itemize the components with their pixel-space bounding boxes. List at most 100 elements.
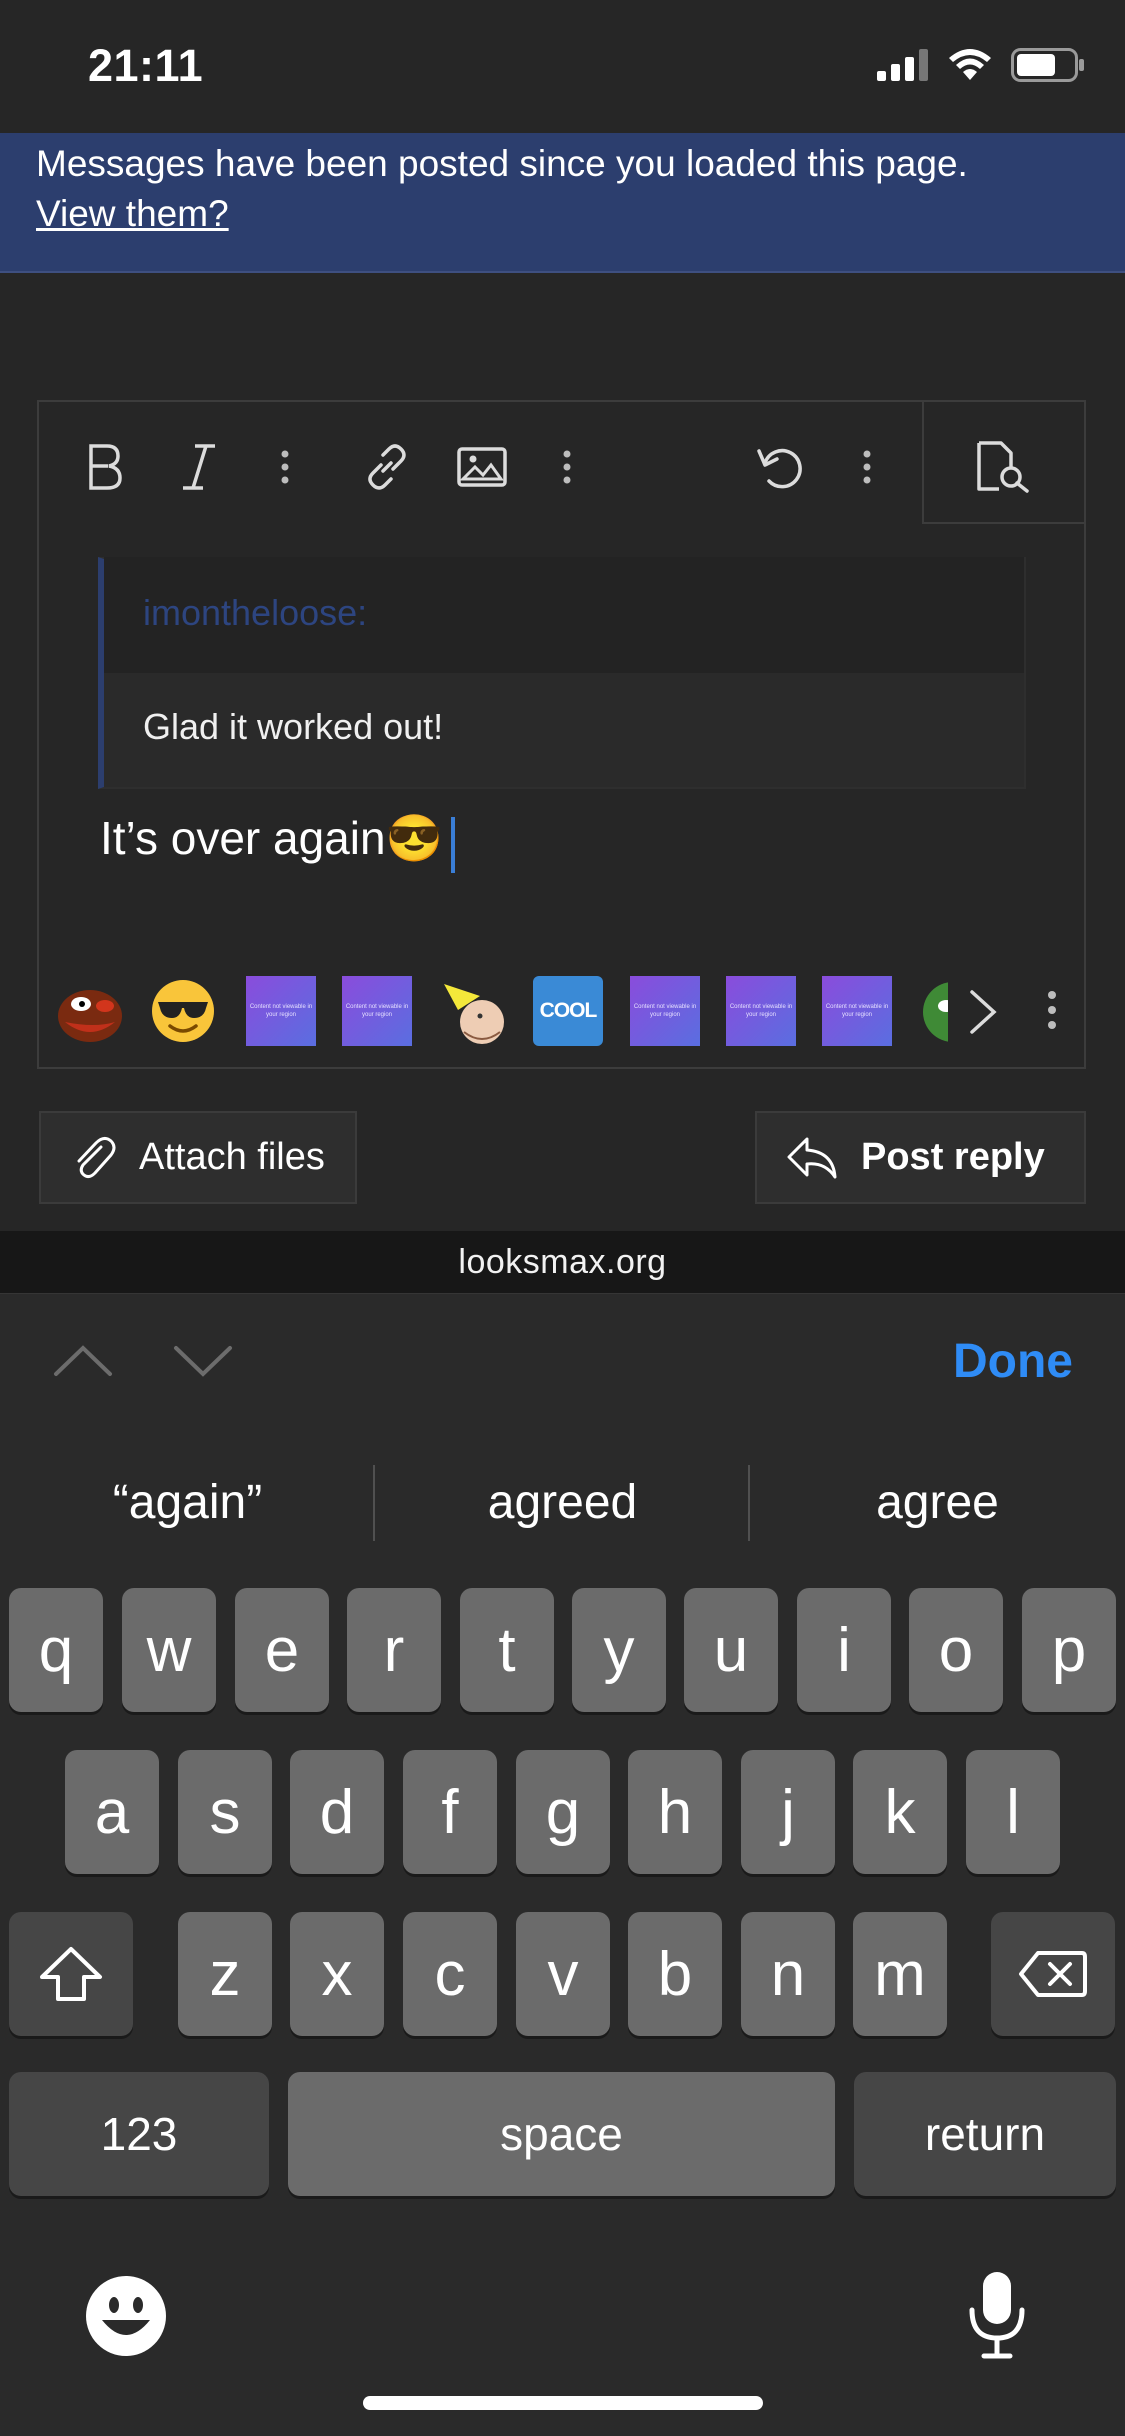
reply-arrow-icon [787,1137,837,1178]
key-n[interactable]: n [741,1912,835,2036]
key-g[interactable]: g [516,1750,610,1874]
key-y[interactable]: y [572,1588,666,1712]
battery-icon [1011,48,1084,82]
more-vertical-icon [1048,991,1056,1029]
pepe-green-icon [923,982,948,1042]
smilie-pepe-green[interactable] [918,976,948,1046]
attach-files-label: Attach files [139,1136,325,1178]
key-o[interactable]: o [909,1588,1003,1712]
wifi-icon [949,49,991,80]
undo-icon [757,448,802,489]
preview-button[interactable] [968,432,1038,502]
suggestion-2[interactable]: agreed [375,1475,750,1530]
key-b[interactable]: b [628,1912,722,2036]
smilie-sunglasses[interactable] [148,976,218,1046]
dictation-button[interactable] [966,2268,1028,2365]
smilie-blocked-4[interactable]: Content not viewable in your region [726,976,796,1046]
status-time: 21:11 [88,40,204,91]
insert-options-more-button[interactable] [532,432,602,502]
quote-text: Glad it worked out! [143,706,444,747]
sunglasses-smile-icon [152,980,214,1042]
delete-key[interactable] [991,1912,1115,2036]
gnome-face-icon [444,984,504,1044]
key-x[interactable]: x [290,1912,384,2036]
previous-field-button[interactable] [52,1342,114,1383]
done-button[interactable]: Done [953,1334,1073,1389]
insert-image-button[interactable] [447,432,517,502]
chevron-up-icon [54,1345,112,1376]
shift-icon [40,1947,102,2001]
key-c[interactable]: c [403,1912,497,2036]
key-p[interactable]: p [1022,1588,1116,1712]
key-q[interactable]: q [9,1588,103,1712]
blocked-content-text: Content not viewable in your region [825,1004,889,1018]
chevron-right-icon [970,990,997,1034]
key-r[interactable]: r [347,1588,441,1712]
emoji-keyboard-button[interactable] [84,2274,168,2363]
suggestion-3[interactable]: agree [750,1475,1125,1530]
blocked-content-text: Content not viewable in your region [249,1004,313,1018]
backspace-icon [1019,1951,1087,1997]
home-indicator[interactable] [363,2396,763,2410]
editor-more-button[interactable] [832,432,902,502]
return-key[interactable]: return [854,2072,1116,2196]
smilie-more-button[interactable] [1046,990,1058,1035]
key-i[interactable]: i [797,1588,891,1712]
shift-key[interactable] [9,1912,133,2036]
quote-author[interactable]: imontheloose: [143,592,367,634]
key-f[interactable]: f [403,1750,497,1874]
suggestion-1[interactable]: “again” [0,1475,375,1530]
image-icon [457,447,507,487]
blocked-content-text: Content not viewable in your region [345,1004,409,1018]
paperclip-icon [77,1136,116,1178]
key-k[interactable]: k [853,1750,947,1874]
insert-link-button[interactable] [352,432,422,502]
key-d[interactable]: d [290,1750,384,1874]
key-e[interactable]: e [235,1588,329,1712]
bold-button[interactable] [70,432,140,502]
next-field-button[interactable] [172,1344,234,1385]
reply-text[interactable]: It’s over again😎 [100,811,443,866]
chevron-down-icon [174,1346,232,1377]
cool-sticker-text: COOL [539,999,598,1022]
view-new-messages-link[interactable]: View them? [36,187,229,240]
cellular-signal-icon [877,49,928,81]
numbers-key[interactable]: 123 [9,2072,269,2196]
italic-icon [183,444,215,490]
key-w[interactable]: w [122,1588,216,1712]
smilie-blocked-1[interactable]: Content not viewable in your region [246,976,316,1046]
text-options-more-button[interactable] [250,432,320,502]
more-vertical-icon [863,450,871,484]
key-h[interactable]: h [628,1750,722,1874]
smilie-pepe[interactable] [55,976,125,1046]
undo-button[interactable] [747,432,817,502]
smilie-next-button[interactable] [966,988,1000,1041]
space-key[interactable]: space [288,2072,835,2196]
key-j[interactable]: j [741,1750,835,1874]
browser-url-bar[interactable]: looksmax.org [0,1231,1125,1293]
key-s[interactable]: s [178,1750,272,1874]
smilie-blocked-2[interactable]: Content not viewable in your region [342,976,412,1046]
link-icon [368,444,406,490]
microphone-icon [969,2272,1025,2359]
key-t[interactable]: t [460,1588,554,1712]
blocked-content-text: Content not viewable in your region [633,1004,697,1018]
key-m[interactable]: m [853,1912,947,2036]
smilie-blocked-3[interactable]: Content not viewable in your region [630,976,700,1046]
key-v[interactable]: v [516,1912,610,2036]
attach-files-button[interactable]: Attach files [39,1111,357,1204]
new-messages-text: Messages have been posted since you load… [36,143,968,184]
key-z[interactable]: z [178,1912,272,2036]
smilie-blocked-5[interactable]: Content not viewable in your region [822,976,892,1046]
key-a[interactable]: a [65,1750,159,1874]
smilie-cool[interactable]: COOL [533,976,603,1046]
smilie-gnome[interactable] [440,976,510,1046]
more-vertical-icon [281,450,289,484]
key-u[interactable]: u [684,1588,778,1712]
key-l[interactable]: l [966,1750,1060,1874]
italic-button[interactable] [164,432,234,502]
post-reply-button[interactable]: Post reply [755,1111,1086,1204]
post-reply-label: Post reply [861,1136,1045,1178]
pepe-icon [58,990,122,1042]
url-text: looksmax.org [458,1242,667,1281]
